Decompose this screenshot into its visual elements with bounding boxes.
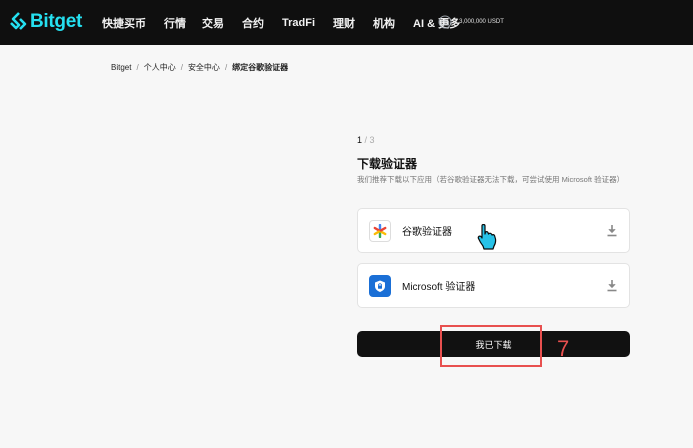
bitget-logo[interactable]: Bitget xyxy=(10,11,82,33)
step-annotation-number: 7 xyxy=(557,336,570,361)
step-total: / 3 xyxy=(364,135,375,145)
google-authenticator-icon xyxy=(369,219,391,242)
breadcrumb: Bitget / 个人中心 / 安全中心 / 绑定谷歌验证器 xyxy=(111,62,288,73)
google-authenticator-label: 谷歌验证器 xyxy=(402,227,452,238)
microsoft-authenticator-card[interactable]: Microsoft 验证器 xyxy=(357,263,630,308)
nav-trade[interactable]: 交易 xyxy=(202,15,224,31)
breadcrumb-personal-center[interactable]: 个人中心 xyxy=(144,62,176,73)
nav-futures[interactable]: 合约 xyxy=(242,15,264,31)
download-icon[interactable] xyxy=(606,224,618,237)
nav-tradfi[interactable]: TradFi xyxy=(282,17,315,29)
download-icon[interactable] xyxy=(606,279,618,292)
breadcrumb-separator: / xyxy=(180,63,183,72)
top-navbar: Bitget 快捷买币 行情 交易 合约 TradFi 理财 机构 AI & 更… xyxy=(0,0,693,45)
microsoft-authenticator-icon xyxy=(369,274,391,297)
step-indicator: 1 / 3 xyxy=(357,135,375,145)
breadcrumb-home[interactable]: Bitget xyxy=(111,63,131,72)
breadcrumb-separator: / xyxy=(136,63,139,72)
page-title: 下载验证器 xyxy=(357,157,418,171)
breadcrumb-security-center[interactable]: 安全中心 xyxy=(188,62,220,73)
logo-text: Bitget xyxy=(30,11,83,32)
pointer-hand-icon xyxy=(477,224,497,250)
bitget-logo-icon xyxy=(10,12,27,30)
nav-markets[interactable]: 行情 xyxy=(164,15,186,31)
gift-icon xyxy=(438,15,452,29)
highlight-box xyxy=(440,325,542,367)
nav-institutional[interactable]: 机构 xyxy=(373,15,395,31)
download-description: 我们推荐下载以下应用（若谷歌验证器无法下载，可尝试使用 Microsoft 验证… xyxy=(357,175,625,184)
nav-earn[interactable]: 理财 xyxy=(333,15,355,31)
main-nav: 快捷买币 行情 交易 合约 TradFi 理财 机构 AI & 更多 xyxy=(102,0,478,45)
promo-banner[interactable]: + 3,000,000 USDT xyxy=(438,15,504,29)
promo-text: + 3,000,000 USDT xyxy=(454,19,504,25)
step-current: 1 xyxy=(357,135,363,145)
breadcrumb-current: 绑定谷歌验证器 xyxy=(232,63,289,72)
microsoft-authenticator-label: Microsoft 验证器 xyxy=(402,282,476,293)
nav-buy-crypto[interactable]: 快捷买币 xyxy=(102,15,146,31)
breadcrumb-separator: / xyxy=(224,63,228,72)
